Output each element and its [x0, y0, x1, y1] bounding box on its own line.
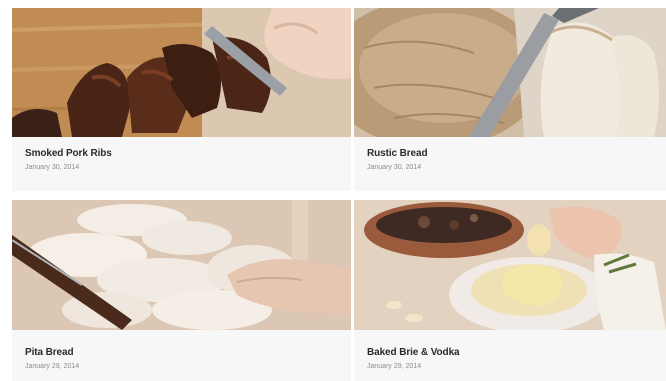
recipe-card[interactable]: Smoked Pork Ribs January 30, 2014 [12, 8, 351, 191]
recipe-meta: Rustic Bread January 30, 2014 [354, 137, 666, 191]
recipe-date: January 30, 2014 [25, 164, 80, 171]
recipe-meta: Pita Bread January 29, 2014 [12, 330, 351, 381]
recipe-photo[interactable] [354, 200, 666, 330]
recipe-photo[interactable] [12, 200, 351, 330]
recipe-date: January 29, 2014 [25, 363, 80, 370]
recipe-photo[interactable] [354, 8, 666, 137]
recipe-date: January 30, 2014 [367, 164, 422, 171]
recipe-card[interactable]: Pita Bread January 29, 2014 [12, 200, 351, 381]
recipe-title[interactable]: Rustic Bread [367, 148, 428, 159]
recipe-card[interactable]: Rustic Bread January 30, 2014 [354, 8, 666, 191]
recipe-title[interactable]: Pita Bread [25, 347, 74, 358]
recipe-card[interactable]: Baked Brie & Vodka January 29, 2014 [354, 200, 666, 381]
recipe-title[interactable]: Smoked Pork Ribs [25, 148, 112, 159]
recipe-meta: Baked Brie & Vodka January 29, 2014 [354, 330, 666, 381]
recipe-date: January 29, 2014 [367, 363, 422, 370]
recipe-meta: Smoked Pork Ribs January 30, 2014 [12, 137, 351, 191]
recipe-title[interactable]: Baked Brie & Vodka [367, 347, 460, 358]
recipe-grid: Smoked Pork Ribs January 30, 2014 Rustic… [0, 0, 666, 381]
recipe-photo[interactable] [12, 8, 351, 137]
